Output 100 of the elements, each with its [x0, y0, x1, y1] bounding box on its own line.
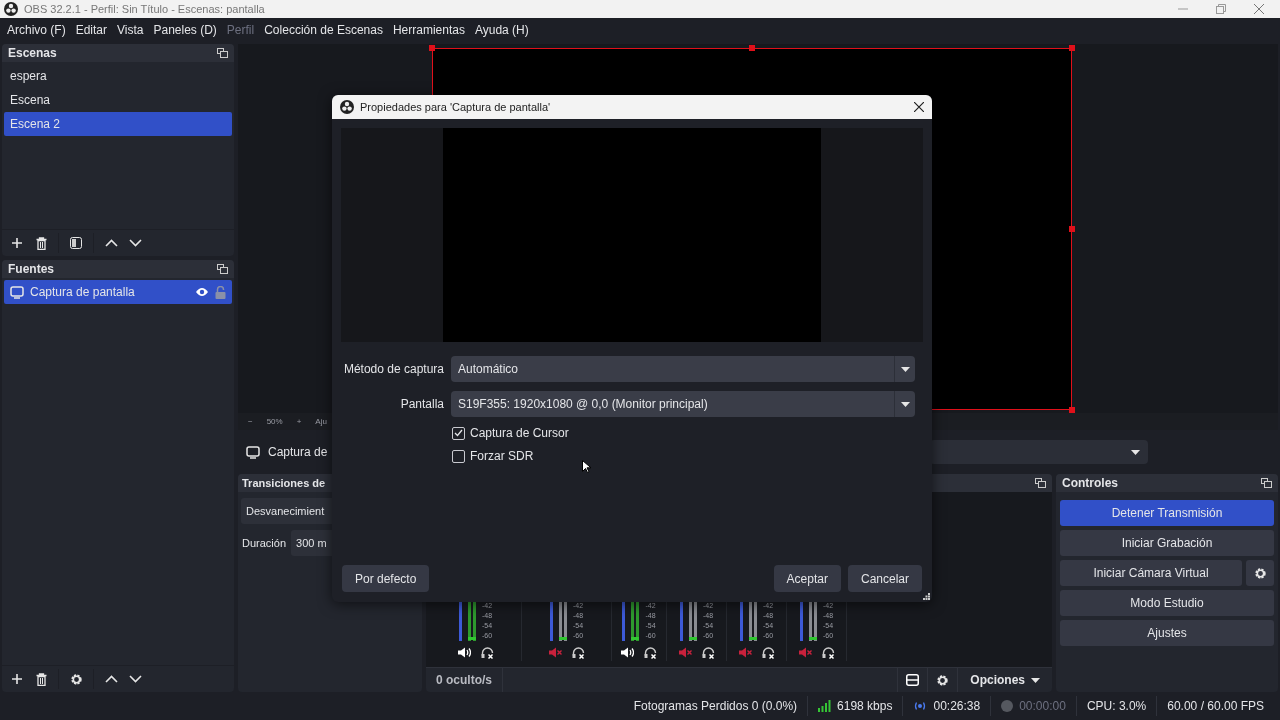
resize-grip-icon — [923, 593, 930, 600]
caret-icon — [1131, 449, 1140, 455]
dropped-frames: Fotogramas Perdidos 0 (0.0%) — [633, 699, 798, 713]
up-icon — [104, 239, 118, 247]
fit-button[interactable]: Aju — [315, 417, 327, 426]
signal-icon — [818, 700, 832, 712]
options-button[interactable]: Opciones — [957, 668, 1052, 692]
headphones-off-icon — [644, 647, 657, 659]
ok-button[interactable]: Aceptar — [773, 565, 841, 592]
dropdown-field[interactable]: Automático — [451, 356, 915, 382]
down-icon — [128, 675, 142, 683]
defaults-button[interactable]: Por defecto — [342, 565, 430, 592]
headphones-off-icon — [821, 647, 835, 659]
field-label: Pantalla — [399, 397, 444, 411]
cancel-button[interactable]: Cancelar — [847, 565, 922, 592]
dock-title: Fuentes — [8, 262, 54, 276]
float-icon — [1035, 478, 1046, 488]
muted-speaker-icon[interactable] — [548, 647, 562, 659]
settings-button[interactable] — [1246, 560, 1274, 586]
eye-icon[interactable] — [195, 287, 209, 297]
close-icon — [1254, 4, 1264, 14]
caret-icon — [900, 401, 910, 407]
dock-title: Transiciones de — [242, 477, 326, 489]
scene-item[interactable]: espera — [4, 64, 232, 88]
menu-item[interactable]: Ayuda (H) — [469, 23, 534, 37]
dropdown-field[interactable] — [930, 440, 1148, 464]
control-button[interactable]: Modo Estudio — [1060, 590, 1274, 616]
level-meter-icon — [467, 601, 476, 641]
volume-slider-icon — [458, 601, 462, 641]
checkbox[interactable] — [452, 449, 465, 463]
zoom-level: 50% — [266, 417, 283, 426]
volume-slider-icon — [739, 601, 743, 641]
speaker-icon[interactable] — [457, 647, 471, 659]
speaker-icon[interactable] — [621, 647, 634, 659]
level-meter-icon — [558, 601, 567, 641]
source-item[interactable]: Captura de pantalla — [4, 280, 232, 304]
menu-item[interactable]: Editar — [70, 23, 113, 37]
bitrate: 6198 kbps — [837, 699, 893, 713]
float-icon — [1261, 478, 1272, 488]
level-meter-icon — [808, 601, 817, 641]
zoom-out-button[interactable]: − — [248, 417, 253, 426]
menu-item[interactable]: Herramientas — [387, 23, 470, 37]
fps-reading: 60.00 / 60.00 FPS — [1167, 699, 1264, 713]
settings-icon — [1253, 566, 1267, 580]
zoom-in-button[interactable]: + — [296, 417, 302, 426]
app-logo-icon — [340, 100, 354, 114]
scene-item[interactable]: Escena — [4, 88, 232, 112]
headphones-off-icon — [761, 647, 775, 659]
broadcast-icon — [913, 700, 928, 712]
volume-slider-icon — [549, 601, 553, 641]
level-meter-icon — [688, 601, 697, 641]
add-icon — [11, 237, 23, 249]
muted-speaker-icon[interactable] — [738, 647, 752, 659]
checkbox-label: Captura de Cursor — [470, 426, 569, 440]
muted-speaker-icon[interactable] — [678, 647, 692, 659]
source-name: Captura de — [268, 445, 328, 459]
checkbox-label: Forzar SDR — [470, 449, 534, 463]
control-button[interactable]: Iniciar Cámara Virtual — [1060, 560, 1242, 586]
menu-item[interactable]: Archivo (F) — [2, 23, 71, 37]
layout-icon — [906, 674, 920, 686]
trash-icon — [35, 236, 47, 250]
headphones-off-icon — [480, 647, 494, 659]
menu-item[interactable]: Colección de Escenas — [259, 23, 388, 37]
caret-icon — [1031, 677, 1040, 683]
checkbox[interactable] — [452, 426, 465, 440]
cpu-usage: CPU: 3.0% — [1086, 699, 1147, 713]
close-button[interactable] — [914, 102, 924, 112]
control-button[interactable]: Ajustes — [1060, 620, 1274, 646]
level-meter-icon — [748, 601, 757, 641]
down-icon — [128, 239, 142, 247]
hidden-count: 0 oculto/s — [426, 668, 503, 692]
caret-icon — [900, 366, 910, 372]
float-icon — [217, 48, 228, 58]
headphones-off-icon — [571, 647, 585, 659]
menu-item[interactable]: Vista — [112, 23, 149, 37]
duration-label: Duración — [242, 537, 287, 549]
muted-speaker-icon[interactable] — [798, 647, 812, 659]
field-label: Método de captura — [342, 362, 444, 376]
headphones-off-icon — [701, 647, 715, 659]
settings-icon — [69, 672, 83, 686]
restore-icon — [1216, 4, 1226, 14]
level-meter-icon — [631, 601, 640, 641]
cursor-icon — [582, 460, 591, 473]
monitor-icon — [10, 285, 24, 299]
dropdown-field[interactable]: S19F355: 1920x1080 @ 0,0 (Monitor principal) — [451, 391, 915, 417]
control-button[interactable]: Iniciar Grabación — [1060, 530, 1274, 556]
add-icon — [11, 673, 23, 685]
gears-icon — [936, 673, 950, 687]
menu-item[interactable]: Paneles (D) — [148, 23, 222, 37]
close-icon — [914, 102, 924, 112]
record-time: 00:00:00 — [1019, 699, 1066, 713]
dock-title: Escenas — [8, 46, 57, 60]
volume-slider-icon — [679, 601, 683, 641]
dock-title: Controles — [1062, 476, 1118, 490]
filter-icon — [70, 237, 82, 249]
volume-slider-icon — [799, 601, 803, 641]
control-button[interactable]: Detener Transmisión — [1060, 500, 1274, 526]
scene-item[interactable]: Escena 2 — [4, 112, 232, 136]
volume-slider-icon — [622, 601, 626, 641]
float-icon — [217, 264, 228, 274]
